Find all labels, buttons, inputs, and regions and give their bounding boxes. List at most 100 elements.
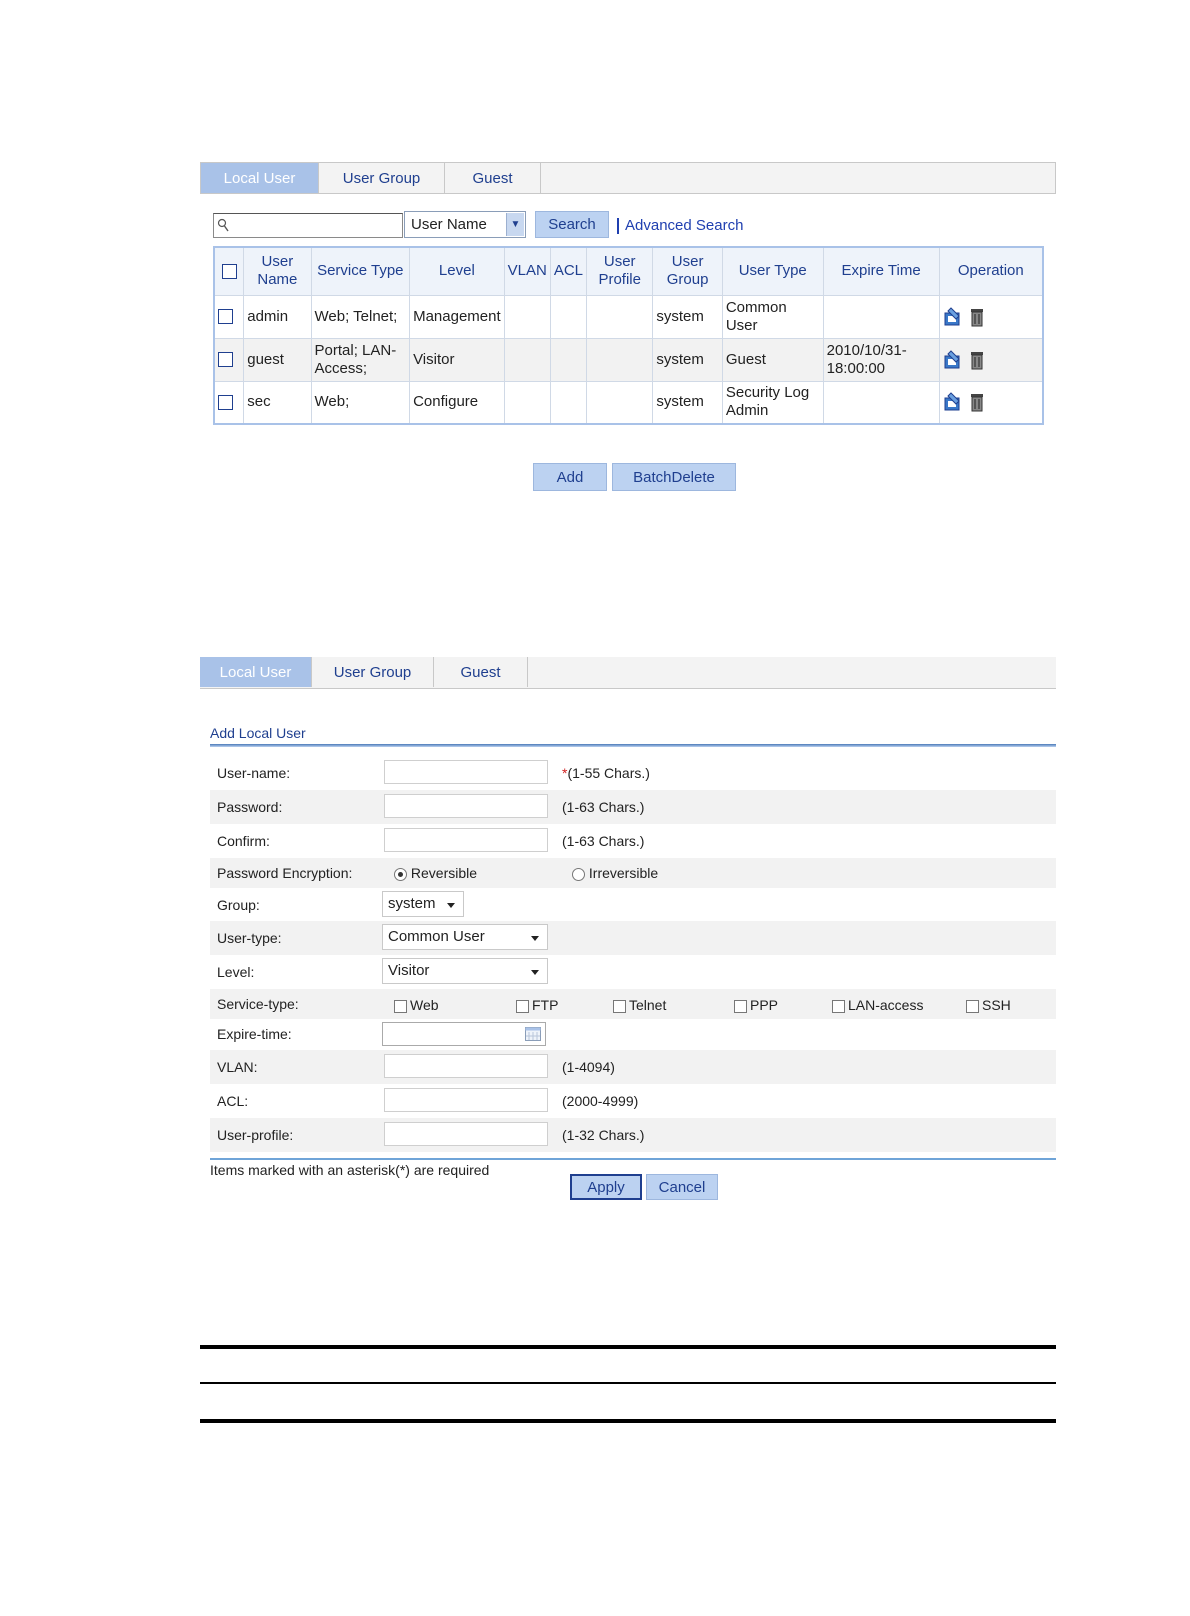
- delete-icon[interactable]: [969, 350, 985, 370]
- expire-input[interactable]: [382, 1022, 546, 1046]
- cell-user-profile: [586, 337, 654, 382]
- usertype-select[interactable]: Common User: [382, 924, 548, 950]
- search-field-select[interactable]: User Name ▼: [404, 211, 526, 238]
- cell-acl: [549, 337, 588, 382]
- cell-expire-time: [822, 294, 940, 339]
- chevron-down-icon[interactable]: ▼: [506, 213, 524, 236]
- col-user-type[interactable]: User Type: [721, 246, 824, 296]
- checkbox-telnet[interactable]: [613, 999, 626, 1013]
- checkbox-web[interactable]: [394, 999, 407, 1013]
- servicetype-row: Service-type: Web FTP Telnet PPP LAN-acc…: [210, 989, 1056, 1019]
- tab-local-user[interactable]: Local User: [201, 163, 319, 193]
- encryption-reversible[interactable]: Reversible: [394, 858, 477, 888]
- row-checkbox[interactable]: [218, 309, 233, 325]
- service-ppp[interactable]: PPP: [734, 989, 778, 1021]
- acl-input[interactable]: [384, 1088, 548, 1112]
- tab-user-group[interactable]: User Group: [312, 657, 434, 687]
- cell-level: Management: [409, 294, 505, 339]
- col-level[interactable]: Level: [409, 246, 505, 296]
- tab-local-user[interactable]: Local User: [200, 657, 312, 687]
- radio-irreversible[interactable]: [572, 867, 585, 881]
- col-vlan[interactable]: VLAN: [503, 246, 551, 296]
- cell-user-group: system: [652, 294, 723, 339]
- password-input[interactable]: [384, 794, 548, 818]
- vlan-hint: (1-4094): [562, 1059, 615, 1075]
- add-button[interactable]: Add: [533, 463, 607, 491]
- confirm-label: Confirm:: [217, 833, 270, 849]
- vlan-input[interactable]: [384, 1054, 548, 1078]
- level-row: Level: Visitor: [210, 955, 1056, 989]
- apply-button[interactable]: Apply: [570, 1174, 642, 1200]
- cell-user-type: Guest: [721, 337, 824, 382]
- tab-guest[interactable]: Guest: [434, 657, 528, 687]
- level-label: Level:: [217, 964, 255, 980]
- row-checkbox[interactable]: [218, 394, 233, 410]
- profile-hint: (1-32 Chars.): [562, 1127, 645, 1143]
- username-row: User-name: *(1-55 Chars.): [210, 756, 1056, 790]
- advanced-search-link[interactable]: Advanced Search: [617, 218, 743, 234]
- modify-icon[interactable]: [943, 392, 963, 412]
- title-divider: [210, 744, 1056, 747]
- service-lan-access[interactable]: LAN-access: [832, 989, 923, 1021]
- cell-expire-time: [822, 380, 940, 425]
- acl-label: ACL:: [217, 1093, 249, 1109]
- encryption-irreversible[interactable]: Irreversible: [572, 858, 658, 888]
- cell-vlan: [503, 380, 551, 425]
- service-web-label: Web: [410, 997, 439, 1013]
- col-expire-time[interactable]: Expire Time: [822, 246, 940, 296]
- table-row: guest Portal; LAN-Access; Visitor system…: [213, 337, 1044, 382]
- modify-icon[interactable]: [943, 306, 963, 327]
- checkbox-ssh[interactable]: [966, 999, 979, 1013]
- search-button[interactable]: Search: [535, 211, 609, 238]
- modify-icon[interactable]: [943, 349, 963, 370]
- username-hint: *(1-55 Chars.): [562, 756, 650, 790]
- group-select[interactable]: system: [382, 891, 464, 917]
- form-title: Add Local User: [210, 725, 306, 741]
- service-lan-access-label: LAN-access: [848, 997, 924, 1013]
- col-acl[interactable]: ACL: [549, 246, 588, 296]
- tab-bar-form: Local User User Group Guest: [200, 657, 1056, 689]
- col-user-profile[interactable]: User Profile: [586, 246, 654, 296]
- service-ftp[interactable]: FTP: [516, 989, 558, 1021]
- tab-guest[interactable]: Guest: [445, 163, 541, 193]
- cell-user-profile: [586, 294, 654, 339]
- table-top-rule: [200, 1345, 1056, 1349]
- service-telnet[interactable]: Telnet: [613, 989, 666, 1021]
- search-input[interactable]: [213, 213, 403, 238]
- checkbox-ftp[interactable]: [516, 999, 529, 1013]
- checkbox-lan-access[interactable]: [832, 999, 845, 1013]
- col-service-type[interactable]: Service Type: [310, 246, 411, 296]
- confirm-input[interactable]: [384, 828, 548, 852]
- usertype-value: Common User: [388, 928, 485, 945]
- cell-service-type: Web;: [310, 380, 411, 425]
- calendar-icon[interactable]: [525, 1027, 541, 1041]
- row-checkbox[interactable]: [218, 352, 233, 368]
- batch-delete-button[interactable]: BatchDelete: [612, 463, 736, 491]
- table-row: sec Web; Configure system Security Log A…: [213, 380, 1044, 425]
- delete-icon[interactable]: [969, 392, 985, 412]
- col-user-name[interactable]: User Name: [243, 246, 312, 296]
- profile-input[interactable]: [384, 1122, 548, 1146]
- checkbox-ppp[interactable]: [734, 999, 747, 1013]
- tab-user-group[interactable]: User Group: [319, 163, 445, 193]
- cell-operation: [938, 380, 1044, 425]
- radio-reversible[interactable]: [394, 867, 407, 881]
- level-value: Visitor: [388, 962, 430, 979]
- expire-row: Expire-time:: [210, 1019, 1056, 1049]
- cell-user-group: system: [652, 380, 723, 425]
- usertype-label: User-type:: [217, 930, 282, 946]
- col-operation: Operation: [938, 246, 1044, 296]
- encryption-label: Password Encryption:: [217, 865, 353, 881]
- cell-operation: [938, 294, 1044, 339]
- delete-icon[interactable]: [969, 307, 985, 327]
- cell-user-profile: [586, 380, 654, 425]
- service-ssh[interactable]: SSH: [966, 989, 1011, 1021]
- select-all-checkbox[interactable]: [221, 263, 237, 279]
- cancel-button[interactable]: Cancel: [646, 1174, 718, 1200]
- username-input[interactable]: [384, 760, 548, 784]
- service-web[interactable]: Web: [394, 989, 439, 1021]
- level-select[interactable]: Visitor: [382, 958, 548, 984]
- password-row: Password: (1-63 Chars.): [210, 790, 1056, 824]
- cell-user-name: guest: [243, 337, 312, 382]
- col-user-group[interactable]: User Group: [652, 246, 723, 296]
